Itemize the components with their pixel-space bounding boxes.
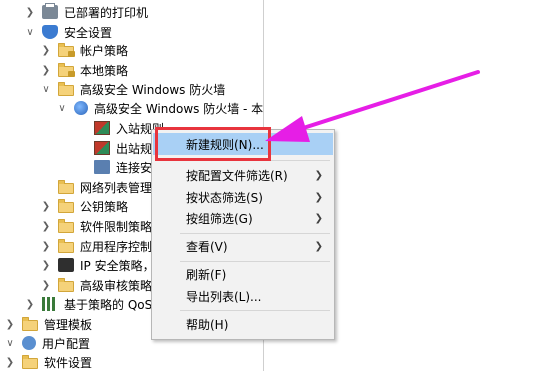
tree-item-label: 软件设置 bbox=[44, 355, 93, 370]
chevron-right-icon[interactable]: ❯ bbox=[40, 280, 52, 291]
tree-item-qos[interactable]: ❯ 基于策略的 QoS bbox=[24, 294, 152, 314]
menu-item-filter-group[interactable]: 按组筛选(G) ❯ bbox=[153, 207, 333, 229]
tree-item-software-restriction[interactable]: ❯ 软件限制策略 bbox=[40, 216, 152, 236]
tree-item-label: 管理模板 bbox=[44, 317, 93, 332]
folder-icon bbox=[22, 355, 38, 369]
tree-item-connection-security[interactable]: 连接安 bbox=[94, 157, 152, 177]
chevron-right-icon[interactable]: ❯ bbox=[4, 357, 16, 368]
menu-separator bbox=[180, 310, 330, 311]
outbound-rules-icon bbox=[94, 141, 110, 155]
tree-item-security-settings[interactable]: ∨ 安全设置 bbox=[24, 22, 112, 42]
folder-icon bbox=[58, 82, 74, 96]
folder-icon bbox=[58, 199, 74, 213]
bar-chart-icon bbox=[42, 297, 58, 311]
chevron-right-icon[interactable]: ❯ bbox=[40, 45, 52, 56]
printer-icon bbox=[42, 3, 58, 19]
chevron-down-icon[interactable]: ∨ bbox=[40, 84, 52, 95]
security-shield-icon bbox=[42, 25, 58, 39]
tree-item-label: 软件限制策略 bbox=[80, 219, 153, 234]
policy-folder-icon bbox=[58, 63, 75, 77]
submenu-arrow-icon: ❯ bbox=[314, 212, 323, 224]
connection-security-icon bbox=[94, 160, 110, 174]
chevron-down-icon[interactable]: ∨ bbox=[56, 103, 68, 114]
chevron-down-icon[interactable]: ∨ bbox=[4, 338, 16, 349]
menu-item-label: 按配置文件筛选(R) bbox=[186, 168, 288, 183]
folder-icon bbox=[22, 317, 38, 331]
menu-item-view[interactable]: 查看(V) ❯ bbox=[153, 235, 333, 257]
tree-item-label: IP 安全策略， bbox=[80, 258, 155, 273]
tree-item-label: 应用程序控制 bbox=[80, 239, 153, 254]
tree-item-label: 网络列表管理 bbox=[80, 180, 153, 195]
firewall-globe-icon bbox=[74, 101, 88, 115]
highlight-callout-box bbox=[155, 127, 271, 161]
inbound-rules-icon bbox=[94, 121, 110, 135]
tree-item-label: 用户配置 bbox=[42, 336, 91, 351]
tree-item-advanced-audit[interactable]: ❯ 高级审核策略 bbox=[40, 275, 152, 295]
tree-item-advanced-firewall[interactable]: ∨ 高级安全 Windows 防火墙 bbox=[40, 79, 225, 99]
tree-item-admin-templates[interactable]: ❯ 管理模板 bbox=[4, 314, 92, 334]
menu-item-help[interactable]: 帮助(H) bbox=[153, 313, 333, 335]
folder-icon bbox=[58, 219, 74, 233]
arrow-shaft bbox=[292, 70, 480, 133]
chevron-right-icon[interactable]: ❯ bbox=[24, 7, 36, 18]
menu-item-refresh[interactable]: 刷新(F) bbox=[153, 263, 333, 285]
submenu-arrow-icon: ❯ bbox=[314, 191, 323, 203]
tree-item-app-control[interactable]: ❯ 应用程序控制 bbox=[40, 236, 152, 256]
chevron-right-icon[interactable]: ❯ bbox=[40, 241, 52, 252]
chevron-down-icon[interactable]: ∨ bbox=[24, 27, 36, 38]
chevron-right-icon[interactable]: ❯ bbox=[40, 260, 52, 271]
tree-item-label: 安全设置 bbox=[64, 25, 113, 40]
menu-item-filter-profile[interactable]: 按配置文件筛选(R) ❯ bbox=[153, 164, 333, 186]
menu-item-label: 导出列表(L)... bbox=[186, 289, 262, 304]
tree-item-outbound-rules[interactable]: 出站规 bbox=[94, 138, 152, 158]
tree-item-label: 公钥策略 bbox=[80, 199, 129, 214]
tree-item-label: 已部署的打印机 bbox=[64, 5, 149, 20]
tree-item-network-list[interactable]: 网络列表管理 bbox=[58, 177, 152, 197]
tree-item-label: 连接安 bbox=[116, 160, 153, 175]
tree-item-public-key[interactable]: ❯ 公钥策略 bbox=[40, 196, 128, 216]
menu-item-filter-state[interactable]: 按状态筛选(S) ❯ bbox=[153, 186, 333, 208]
tree-item-software-settings[interactable]: ❯ 软件设置 bbox=[4, 352, 92, 371]
menu-item-label: 按组筛选(G) bbox=[186, 211, 253, 226]
menu-item-label: 刷新(F) bbox=[186, 267, 227, 282]
tree-item-label: 高级审核策略 bbox=[80, 278, 153, 293]
policy-folder-icon bbox=[58, 43, 75, 57]
tree-item-label: 基于策略的 QoS bbox=[64, 297, 153, 312]
menu-item-label: 帮助(H) bbox=[186, 317, 229, 332]
chevron-right-icon[interactable]: ❯ bbox=[24, 299, 36, 310]
tree-item-ip-security[interactable]: ❯ IP 安全策略， bbox=[40, 255, 155, 275]
ip-security-icon bbox=[58, 258, 74, 272]
menu-item-label: 查看(V) bbox=[186, 239, 228, 254]
submenu-arrow-icon: ❯ bbox=[314, 169, 323, 181]
tree-item-label: 本地策略 bbox=[80, 63, 129, 78]
chevron-right-icon[interactable]: ❯ bbox=[40, 201, 52, 212]
menu-separator bbox=[180, 261, 330, 262]
tree-item-deployed-printers[interactable]: ❯ 已部署的打印机 bbox=[24, 2, 148, 22]
menu-separator bbox=[180, 233, 330, 234]
submenu-arrow-icon: ❯ bbox=[314, 240, 323, 252]
tree-item-label: 帐户策略 bbox=[80, 43, 129, 58]
tree-item-label: 高级安全 Windows 防火墙 bbox=[80, 82, 226, 97]
user-icon bbox=[22, 336, 36, 350]
tree-item-label: 高级安全 Windows 防火墙 - 本 bbox=[94, 101, 263, 116]
menu-item-export-list[interactable]: 导出列表(L)... bbox=[153, 285, 333, 307]
tree-item-local-policy[interactable]: ❯ 本地策略 bbox=[40, 60, 128, 80]
tree-item-user-config[interactable]: ∨ 用户配置 bbox=[4, 333, 90, 353]
chevron-right-icon[interactable]: ❯ bbox=[40, 221, 52, 232]
tree-item-account-policy[interactable]: ❯ 帐户策略 bbox=[40, 40, 128, 60]
tree-item-advanced-firewall-local[interactable]: ∨ 高级安全 Windows 防火墙 - 本 bbox=[56, 98, 263, 118]
folder-icon bbox=[58, 278, 74, 292]
chevron-right-icon[interactable]: ❯ bbox=[4, 319, 16, 330]
chevron-right-icon[interactable]: ❯ bbox=[40, 65, 52, 76]
tree-item-label: 出站规 bbox=[116, 141, 153, 156]
folder-icon bbox=[58, 180, 74, 194]
folder-icon bbox=[58, 239, 74, 253]
menu-item-label: 按状态筛选(S) bbox=[186, 190, 263, 205]
